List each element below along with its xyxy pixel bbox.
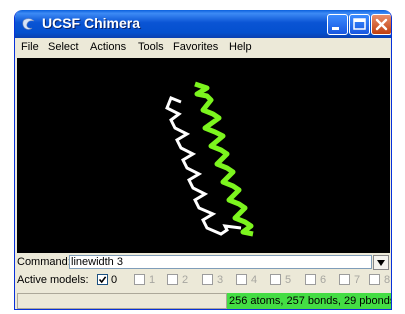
model-5-label: 5	[285, 274, 292, 286]
menu-actions[interactable]: Actions	[90, 41, 126, 53]
minimize-icon	[332, 27, 339, 30]
model-4-checkbox[interactable]	[236, 274, 247, 285]
status-bar: 256 atoms, 257 bonds, 29 pbonds	[15, 292, 391, 309]
minimize-button[interactable]	[327, 14, 348, 35]
menu-file[interactable]: File	[21, 41, 39, 53]
model-stats: 256 atoms, 257 bonds, 29 pbonds	[227, 293, 391, 309]
active-models-label: Active models:	[17, 274, 89, 286]
menu-favorites[interactable]: Favorites	[173, 41, 218, 53]
menu-select[interactable]: Select	[48, 41, 79, 53]
command-bar: Command: linewidth 3	[15, 254, 391, 271]
model-8-label: 8	[384, 274, 391, 286]
model-7-label: 7	[354, 274, 361, 286]
model-6-label: 6	[320, 274, 327, 286]
menu-tools[interactable]: Tools	[138, 41, 164, 53]
menu-help[interactable]: Help	[229, 41, 252, 53]
menu-bar: File Select Actions Tools Favorites Help	[15, 38, 391, 58]
molecule-viewer[interactable]	[17, 58, 390, 253]
command-label: Command:	[17, 256, 71, 268]
model-2-label: 2	[182, 274, 189, 286]
close-icon	[375, 18, 388, 31]
model-0-checkbox[interactable]	[97, 274, 108, 285]
model-8-checkbox[interactable]	[369, 274, 380, 285]
close-button[interactable]	[371, 14, 391, 35]
maximize-button[interactable]	[349, 14, 370, 35]
window-title: UCSF Chimera	[42, 15, 141, 31]
command-input[interactable]: linewidth 3	[69, 255, 372, 269]
maximize-icon	[353, 18, 366, 30]
dropdown-arrow-icon	[377, 260, 385, 266]
model-4-label: 4	[251, 274, 258, 286]
active-models-bar: Active models: 0 1 2 3 4 5 6 7 8	[15, 272, 391, 289]
model-1-checkbox[interactable]	[134, 274, 145, 285]
model-3-label: 3	[217, 274, 224, 286]
model-6-checkbox[interactable]	[305, 274, 316, 285]
model-3-checkbox[interactable]	[202, 274, 213, 285]
model-2-checkbox[interactable]	[167, 274, 178, 285]
model-5-checkbox[interactable]	[270, 274, 281, 285]
model-1-label: 1	[149, 274, 156, 286]
model-7-checkbox[interactable]	[339, 274, 350, 285]
model-0-label: 0	[111, 274, 118, 286]
title-bar[interactable]: UCSF Chimera	[15, 10, 391, 38]
chimera-window: UCSF Chimera File Select Actions Tools F…	[14, 10, 392, 310]
checkmark-icon	[98, 276, 107, 284]
white-strand	[165, 96, 242, 236]
command-history-dropdown[interactable]	[373, 255, 389, 270]
molecule-canvas[interactable]	[17, 58, 390, 253]
status-message-area	[17, 293, 227, 309]
chimera-app-icon	[22, 18, 35, 30]
